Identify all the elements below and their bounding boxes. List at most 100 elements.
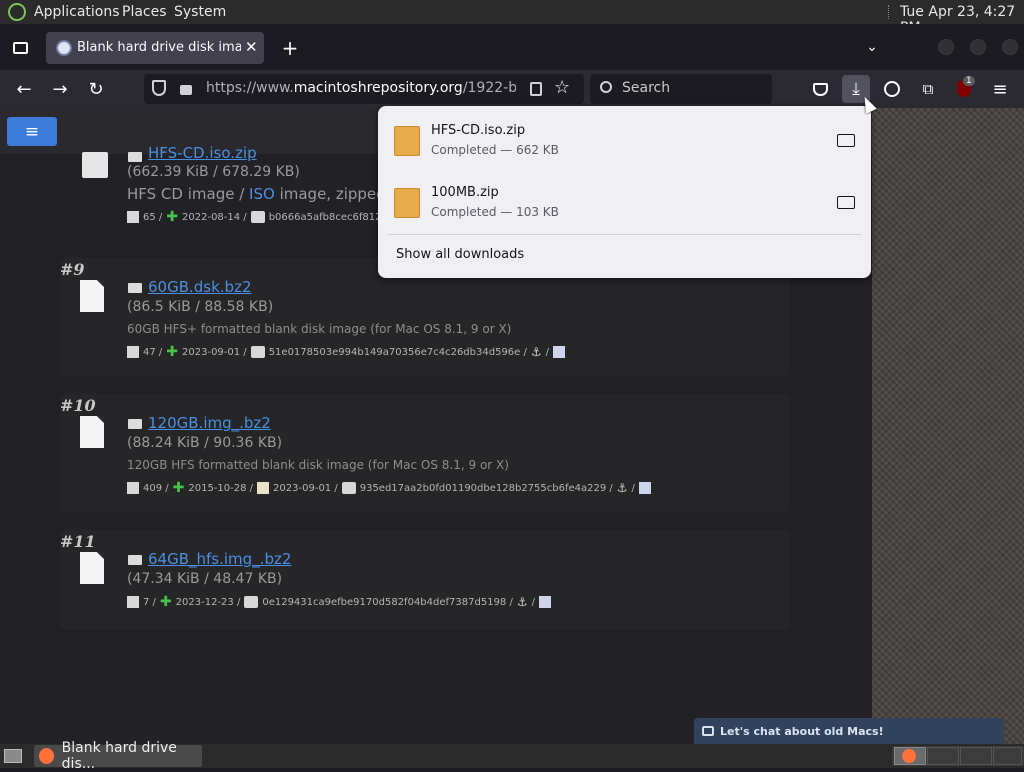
show-in-folder-icon[interactable] (837, 196, 855, 209)
download-name: 100MB.zip (431, 185, 499, 200)
top-panel: Applications Places System Tue Apr 23, 4… (0, 0, 1024, 36)
tab-title: Blank hard drive disk image (77, 40, 241, 55)
entry-number: #10 (60, 396, 96, 415)
pocket-icon[interactable] (806, 75, 834, 103)
file-description: 60GB HFS+ formatted blank disk image (fo… (127, 322, 512, 336)
file-meta: 47 / ✚ 2023-09-01 / 51e0178503e994b149a7… (127, 344, 566, 360)
copy-link-icon[interactable] (553, 346, 566, 358)
chat-label: Let's chat about old Macs! (720, 724, 884, 738)
reload-icon[interactable]: ↻ (82, 75, 110, 103)
added-date-icon: ✚ (166, 344, 179, 360)
back-icon[interactable]: ← (10, 75, 38, 103)
file-description: HFS CD image / ISO image, zipped (127, 185, 386, 203)
reader-view-icon[interactable] (530, 82, 542, 96)
file-description: 120GB HFS formatted blank disk image (fo… (127, 458, 509, 472)
download-count-icon (127, 346, 139, 358)
url-text: https://www.macintoshrepository.org/1922… (206, 80, 516, 96)
sha1-icon (250, 346, 265, 358)
folder-icon (128, 419, 142, 429)
extensions-icon[interactable]: ⧉ (914, 75, 942, 103)
account-icon[interactable] (878, 75, 906, 103)
download-count-icon (127, 596, 139, 608)
distro-logo-icon[interactable] (8, 3, 26, 21)
file-meta: 409 / ✚ 2015-10-28 / 2023-09-01 / 935ed1… (127, 480, 651, 496)
show-all-downloads-button[interactable]: Show all downloads (396, 247, 524, 262)
site-menu-button[interactable]: ≡ (7, 117, 57, 146)
places-menu[interactable]: Places (122, 4, 167, 20)
file-icon (80, 280, 104, 312)
tab-close-icon[interactable]: ✕ (245, 38, 258, 56)
page-background-pattern (872, 108, 1024, 744)
download-status: Completed — 662 KB (431, 143, 559, 157)
window-maximize-icon[interactable] (970, 39, 986, 55)
panel-separator (888, 5, 890, 19)
added-date-icon: ✚ (159, 594, 172, 610)
search-icon (600, 81, 612, 93)
window-minimize-icon[interactable] (938, 39, 954, 55)
anchor-icon[interactable]: ⚓ (617, 481, 628, 495)
lock-icon[interactable] (180, 85, 192, 95)
new-tab-icon[interactable]: + (276, 34, 304, 62)
firefox-view-icon[interactable] (6, 34, 34, 62)
file-size: (86.5 KiB / 88.58 KB) (127, 299, 274, 315)
list-all-tabs-icon[interactable]: ⌄ (858, 33, 886, 61)
zip-file-icon (394, 126, 420, 156)
taskbar-window-button[interactable]: Blank hard drive dis... (34, 740, 202, 772)
copy-link-icon[interactable] (538, 596, 551, 608)
download-count-icon (127, 211, 139, 223)
window-close-icon[interactable] (1002, 39, 1018, 55)
folder-icon (128, 555, 142, 565)
download-link[interactable]: HFS-CD.iso.zip (148, 144, 257, 162)
chat-icon (702, 726, 714, 736)
list-item: #10 120GB.img_.bz2 (88.24 KiB / 90.36 KB… (60, 394, 790, 512)
folder-icon (128, 283, 142, 293)
file-size: (662.39 KiB / 678.29 KB) (127, 164, 300, 180)
applications-menu[interactable]: Applications (34, 4, 120, 20)
show-in-folder-icon[interactable] (837, 134, 855, 147)
site-favicon-icon (56, 40, 72, 56)
entry-number: #11 (60, 532, 96, 551)
url-bar[interactable]: https://www.macintoshrepository.org/1922… (144, 74, 584, 104)
anchor-icon[interactable]: ⚓ (517, 595, 528, 609)
search-placeholder: Search (622, 80, 671, 96)
download-count-icon (127, 482, 139, 494)
system-menu[interactable]: System (174, 4, 226, 20)
workspace-2[interactable] (927, 747, 959, 765)
anchor-icon[interactable]: ⚓ (531, 345, 542, 359)
tab-blank-hard-drive[interactable]: Blank hard drive disk image ✕ (46, 32, 264, 64)
file-icon (80, 552, 104, 584)
file-size: (47.34 KiB / 48.47 KB) (127, 571, 283, 587)
workspace-3[interactable] (960, 747, 992, 765)
show-desktop-icon[interactable] (4, 749, 22, 763)
download-status: Completed — 103 KB (431, 205, 559, 219)
app-menu-icon[interactable]: ≡ (986, 75, 1014, 103)
file-size: (88.24 KiB / 90.36 KB) (127, 435, 283, 451)
added-date-icon: ✚ (172, 480, 185, 496)
file-meta: 7 / ✚ 2023-12-23 / 0e129431ca9efbe9170d5… (127, 594, 551, 610)
search-bar[interactable]: Search (590, 74, 772, 104)
download-link[interactable]: 60GB.dsk.bz2 (148, 278, 252, 296)
download-link[interactable]: 64GB_hfs.img_.bz2 (148, 550, 291, 568)
cd-image-icon (82, 152, 108, 178)
forward-icon[interactable]: → (46, 75, 74, 103)
tracking-shield-icon[interactable] (152, 80, 166, 96)
sha1-icon (244, 596, 259, 608)
copy-link-icon[interactable] (638, 482, 651, 494)
taskbar-window-label: Blank hard drive dis... (61, 740, 177, 772)
list-item: #11 64GB_hfs.img_.bz2 (47.34 KiB / 48.47… (60, 530, 790, 630)
chat-widget-button[interactable]: Let's chat about old Macs! (694, 718, 1004, 744)
download-item[interactable]: 100MB.zip Completed — 103 KB (388, 176, 861, 234)
panel-divider (388, 234, 861, 235)
workspace-4[interactable] (993, 747, 1022, 765)
edited-date-icon (257, 482, 270, 494)
firefox-icon (39, 748, 54, 764)
download-link[interactable]: 120GB.img_.bz2 (148, 414, 271, 432)
bookmark-star-icon[interactable]: ☆ (554, 77, 570, 98)
sha1-icon (250, 211, 265, 223)
ublock-badge: 1 (963, 76, 975, 86)
zip-file-icon (394, 188, 420, 218)
workspace-switcher[interactable] (892, 746, 1024, 766)
download-item[interactable]: HFS-CD.iso.zip Completed — 662 KB (388, 114, 861, 172)
file-icon (80, 416, 104, 448)
folder-icon (128, 152, 142, 162)
